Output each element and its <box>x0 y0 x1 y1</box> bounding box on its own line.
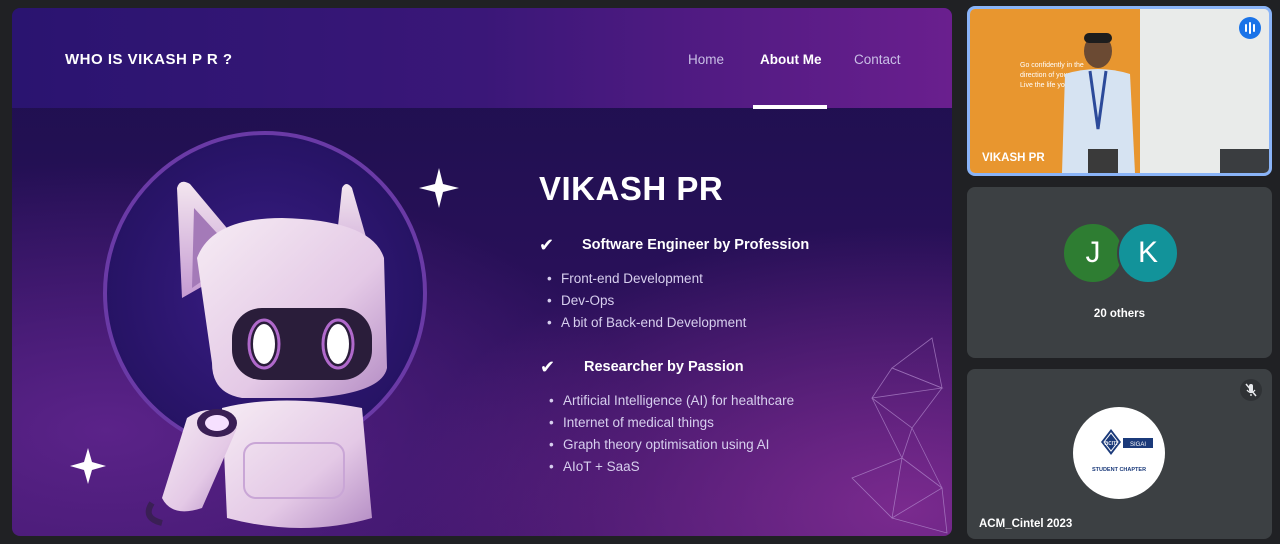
acm-logo: acm SIGAI STUDENT CHAPTER <box>1073 407 1165 499</box>
check-icon: ✔ <box>540 357 556 377</box>
avatar: K <box>1117 222 1179 284</box>
participant-name: ACM_Cintel 2023 <box>979 518 1073 530</box>
wall-quote-line: direction of your <box>1020 72 1070 79</box>
bullet-list: Artificial Intelligence (AI) for healthc… <box>549 390 794 478</box>
sparkle-icon <box>419 168 459 208</box>
list-item: AIoT + SaaS <box>549 456 794 478</box>
presentation-screen: WHO IS VIKASH P R ? Home About Me Contac… <box>12 8 952 536</box>
section-heading: Software Engineer by Profession <box>582 237 810 253</box>
section-heading: Researcher by Passion <box>584 359 744 375</box>
participant-tile-presenter[interactable]: Go confidently in the direction of your … <box>967 6 1272 176</box>
nav-contact-link[interactable]: Contact <box>854 52 901 67</box>
meet-window: WHO IS VIKASH P R ? Home About Me Contac… <box>0 0 1280 544</box>
acm-logo-badge: SIGAI <box>1130 442 1146 448</box>
robot-illustration <box>70 131 459 528</box>
list-item: Front-end Development <box>547 268 746 290</box>
list-item: A bit of Back-end Development <box>547 312 746 334</box>
mic-off-icon <box>1240 379 1262 401</box>
slide-brand: WHO IS VIKASH P R ? <box>65 51 233 68</box>
check-icon: ✔ <box>539 235 555 255</box>
polygon-decoration <box>851 337 948 534</box>
slide-navbar: WHO IS VIKASH P R ? Home About Me Contac… <box>12 8 952 109</box>
others-count: 20 others <box>1093 308 1146 320</box>
speaking-indicator-icon <box>1239 17 1261 39</box>
list-item: Artificial Intelligence (AI) for healthc… <box>549 390 794 412</box>
participant-tile-acm[interactable]: acm SIGAI STUDENT CHAPTER ACM_Cintel 202… <box>967 369 1272 539</box>
acm-logo-subtitle: STUDENT CHAPTER <box>1092 467 1146 473</box>
nav-about-link[interactable]: About Me <box>760 52 822 67</box>
active-nav-indicator <box>753 105 827 109</box>
avatar-initial: K <box>1137 236 1158 269</box>
wall-quote-line: Go confidently in the <box>1020 62 1084 69</box>
list-item: Internet of medical things <box>549 412 794 434</box>
nav-home-link[interactable]: Home <box>688 52 724 67</box>
acm-logo-text: acm <box>1104 440 1117 447</box>
sparkle-icon <box>70 448 106 484</box>
bullet-list: Front-end Development Dev-Ops A bit of B… <box>547 268 746 334</box>
list-item: Graph theory optimisation using AI <box>549 434 794 456</box>
avatar-initial: J <box>1085 236 1101 269</box>
avatar: J <box>1062 222 1124 284</box>
participant-name: VIKASH PR <box>982 152 1045 164</box>
presenter-video: Go confidently in the direction of your … <box>970 9 1269 173</box>
presenter-title: VIKASH PR <box>539 170 724 207</box>
wall-quote-line: Live the life you <box>1020 82 1069 89</box>
list-item: Dev-Ops <box>547 290 746 312</box>
participant-tile-others[interactable]: J K 20 others <box>967 187 1272 358</box>
